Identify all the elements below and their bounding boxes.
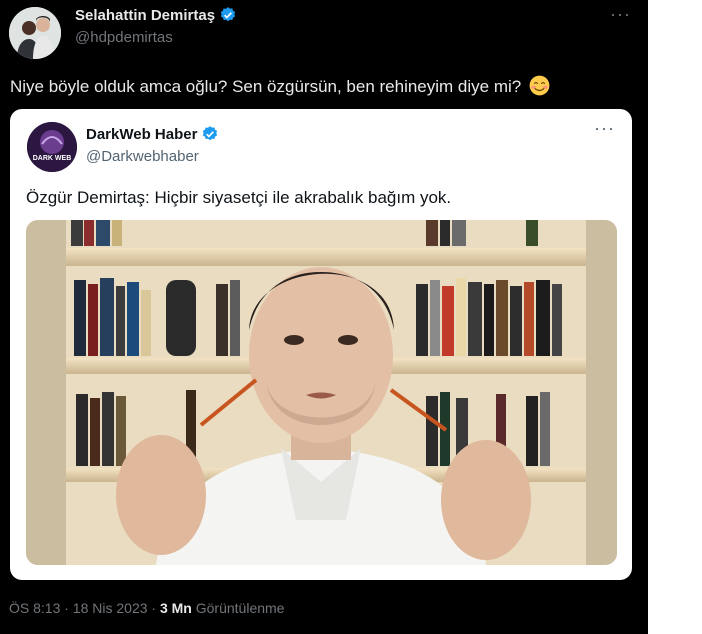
quoted-author-display-name[interactable]: DarkWeb Haber xyxy=(86,126,197,143)
smiling-face-emoji-icon xyxy=(529,75,550,96)
quoted-author-handle[interactable]: @Darkwebhaber xyxy=(86,148,219,165)
quoted-tweet-text: Özgür Demirtaş: Hiçbir siyasetçi ile akr… xyxy=(26,188,452,207)
quoted-avatar-text: DARK WEB xyxy=(33,155,72,162)
tweet: Selahattin Demirtaş @hdpdemirtas ··· Niy… xyxy=(0,0,648,634)
quoted-author-block: DarkWeb Haber @Darkwebhaber xyxy=(86,125,219,165)
views-label: Görüntülenme xyxy=(195,600,285,616)
views-count: 3 Mn xyxy=(159,600,192,616)
tweet-text: Niye böyle olduk amca oğlu? Sen özgürsün… xyxy=(10,75,630,98)
verified-badge-icon xyxy=(220,7,236,22)
page-background xyxy=(648,0,702,634)
tweet-text-body: Niye böyle olduk amca oğlu? Sen özgürsün… xyxy=(10,77,522,96)
author-display-name[interactable]: Selahattin Demirtaş xyxy=(75,7,215,24)
more-options-icon[interactable]: ··· xyxy=(610,4,631,25)
quoted-tweet-card[interactable]: DARK WEB DarkWeb Haber @Darkwebhaber ···… xyxy=(10,109,632,580)
quoted-media-image[interactable] xyxy=(26,220,617,565)
quoted-more-options-icon[interactable]: ··· xyxy=(594,118,615,139)
timestamp[interactable]: ÖS 8:13 · 18 Nis 2023 · xyxy=(9,600,160,616)
quoted-author-avatar[interactable]: DARK WEB xyxy=(27,122,77,172)
author-block: Selahattin Demirtaş @hdpdemirtas xyxy=(75,6,237,46)
author-handle[interactable]: @hdpdemirtas xyxy=(75,29,237,46)
verified-badge-icon xyxy=(203,126,218,141)
tweet-metadata: ÖS 8:13 · 18 Nis 2023 · 3 Mn Görüntülenm… xyxy=(9,600,284,616)
author-avatar[interactable] xyxy=(9,7,61,59)
